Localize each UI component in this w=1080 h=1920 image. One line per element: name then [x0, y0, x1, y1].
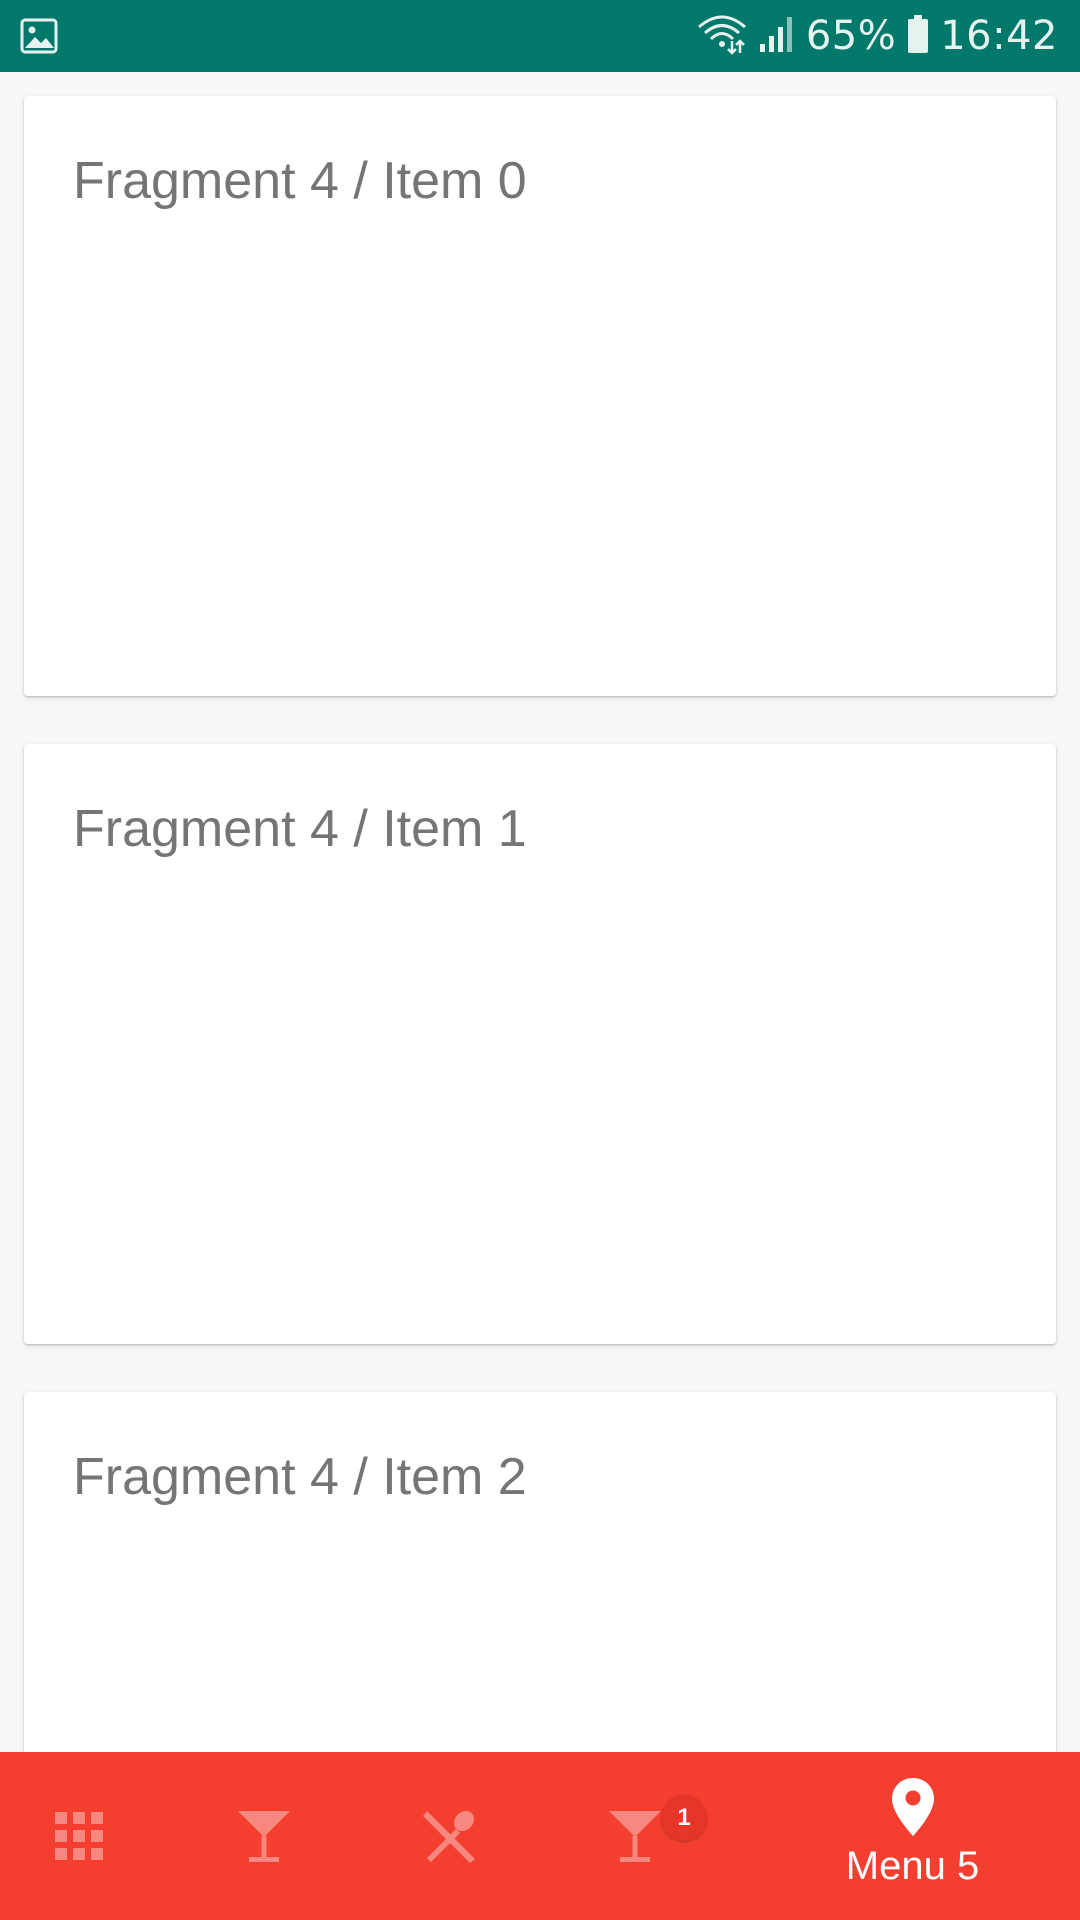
card[interactable]: Fragment 4 / Item 0 [24, 96, 1056, 696]
cocktail-icon [235, 1807, 293, 1865]
nav-item-label: Menu 5 [845, 1844, 980, 1888]
card-title: Fragment 4 / Item 2 [73, 1448, 527, 1506]
restaurant-icon [421, 1807, 479, 1865]
battery-icon [906, 14, 930, 59]
cocktail-icon [606, 1807, 664, 1865]
card[interactable]: Fragment 4 / Item 1 [24, 744, 1056, 1344]
bottom-navigation: Menu 5 [0, 1752, 1080, 1920]
card-title: Fragment 4 / Item 0 [73, 152, 527, 210]
image-icon [20, 17, 58, 55]
location-pin-icon [890, 1776, 936, 1838]
clock: 16:42 [940, 13, 1058, 59]
signal-icon [758, 14, 796, 59]
nav-item-1[interactable] [20, 1752, 138, 1920]
wifi-icon [696, 13, 748, 60]
nav-item-3[interactable] [391, 1752, 509, 1920]
card-title: Fragment 4 / Item 1 [73, 800, 527, 858]
nav-item-menu-5[interactable]: Menu 5 [800, 1752, 1025, 1920]
battery-percent: 65% [805, 13, 897, 59]
nav-item-2[interactable] [205, 1752, 323, 1920]
notification-badge: 1 [661, 1795, 707, 1841]
status-bar: 65% 16:42 [0, 0, 1080, 72]
card[interactable]: Fragment 4 / Item 2 [24, 1392, 1056, 1752]
apps-grid-icon [53, 1810, 105, 1862]
card-list[interactable]: Fragment 4 / Item 0 Fragment 4 / Item 1 … [0, 72, 1080, 1752]
